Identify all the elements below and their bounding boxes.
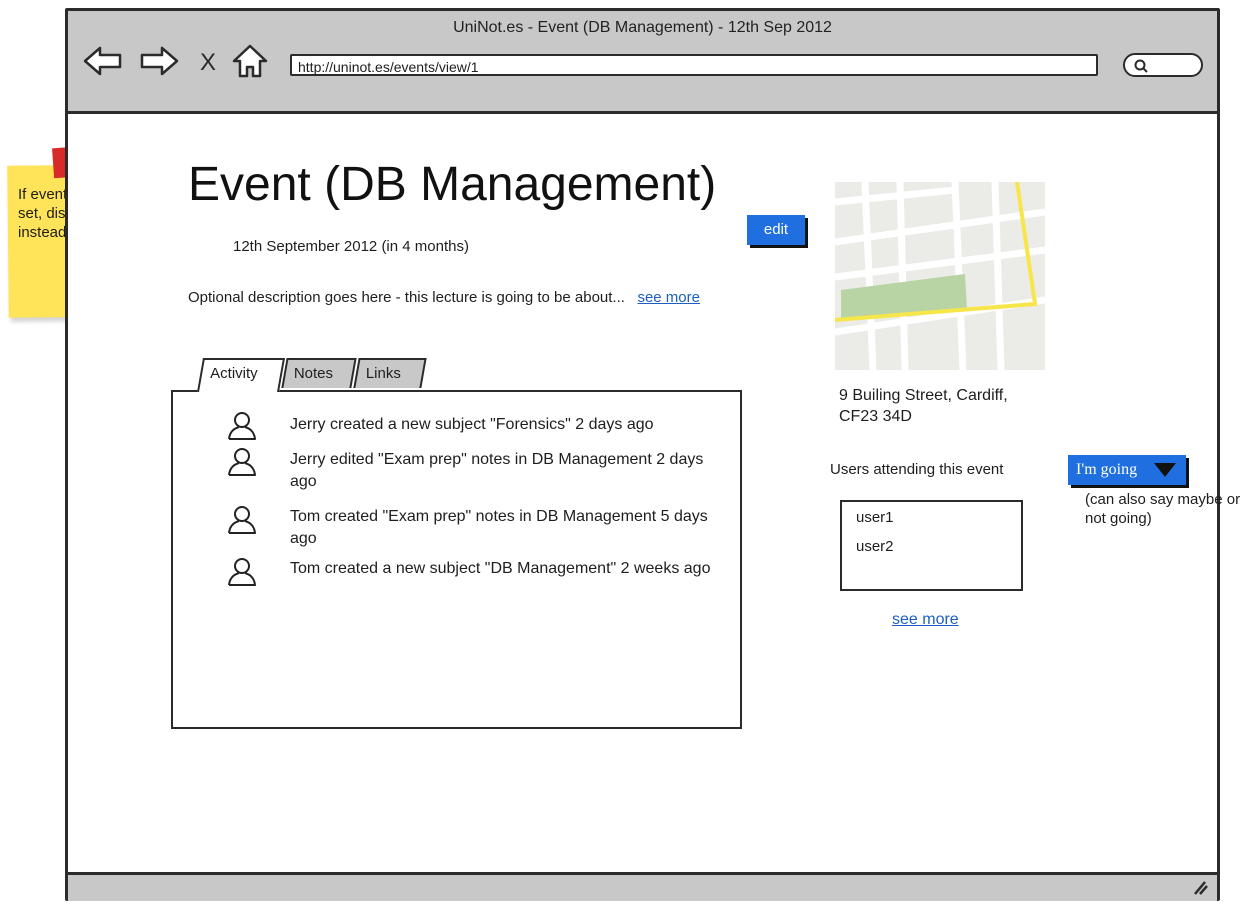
list-item[interactable]: user2 [856,538,894,555]
user-icon [225,446,259,478]
attendees-list: user1 user2 [840,500,1023,591]
user-icon [225,556,259,588]
rsvp-dropdown-button[interactable]: I'm going [1068,455,1186,485]
tab-notes[interactable]: Notes [281,358,357,388]
tab-notes-label: Notes [293,365,334,382]
browser-search-field[interactable] [1123,53,1203,77]
event-date: 12th September 2012 (in 4 months) [233,238,469,255]
page-title: Event (DB Management) [188,158,717,211]
activity-item: Jerry created a new subject "Forensics" … [290,416,654,433]
user-icon [225,410,259,442]
stop-icon[interactable]: X [200,49,216,77]
address-bar[interactable]: http://uninot.es/events/view/1 [290,54,1098,76]
description-see-more-link[interactable]: see more [637,289,700,306]
home-icon[interactable] [230,43,270,79]
back-arrow-icon[interactable] [82,43,122,79]
list-item[interactable]: user1 [856,509,894,526]
event-address: 9 Builing Street, Cardiff, CF23 34D [839,385,1008,427]
attending-label: Users attending this event [830,461,1004,478]
rsvp-label: I'm going [1076,461,1138,478]
activity-item: Tom created a new subject "DB Management… [290,560,711,577]
address-line-2: CF23 34D [839,408,912,425]
activity-item: Tom created "Exam prep" notes in DB Mana… [290,508,708,547]
forward-arrow-icon[interactable] [138,43,179,79]
description-text: Optional description goes here - this le… [188,289,625,306]
activity-item: Jerry edited "Exam prep" notes in DB Man… [290,451,704,490]
window-title: UniNot.es - Event (DB Management) - 12th… [453,19,832,36]
browser-toolbar: UniNot.es - Event (DB Management) - 12th… [68,11,1217,114]
status-bar [68,872,1217,901]
tab-activity-label: Activity [210,365,258,382]
location-map[interactable] [835,182,1045,370]
attendees-see-more-link[interactable]: see more [892,611,959,629]
activity-panel: Jerry created a new subject "Forensics" … [171,390,742,729]
resize-grip-icon[interactable] [1191,878,1209,896]
dropdown-arrow-icon [1154,463,1176,477]
tab-links[interactable]: Links [353,358,427,388]
tab-links-label: Links [365,365,401,382]
event-description: Optional description goes here - this le… [188,287,708,309]
user-icon [225,504,259,536]
tab-activity[interactable]: Activity [197,358,285,392]
rsvp-note: (can also say maybe or not going) [1085,491,1241,527]
edit-button[interactable]: edit [747,215,805,245]
address-line-1: 9 Builing Street, Cardiff, [839,387,1008,404]
search-icon [1134,59,1148,73]
